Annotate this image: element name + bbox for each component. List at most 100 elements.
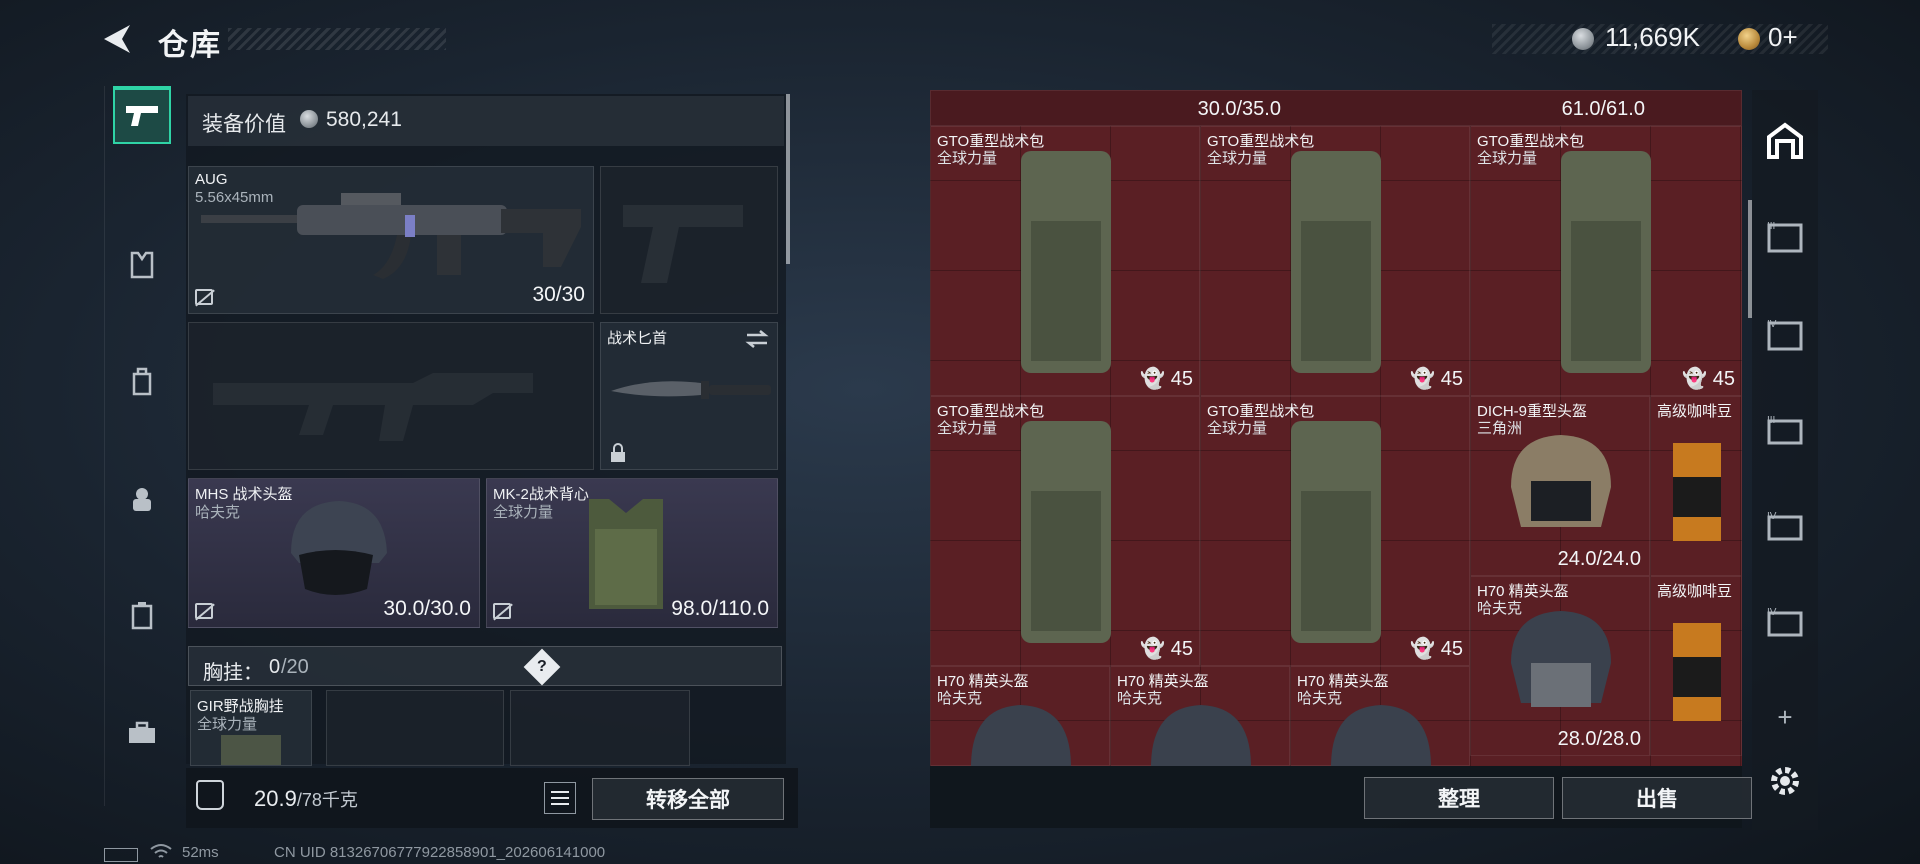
swap-icon[interactable]	[745, 329, 769, 349]
storage-scrollbar[interactable]	[1748, 200, 1752, 318]
chest-cell-empty[interactable]	[510, 690, 690, 766]
equip-value: 580,241	[326, 108, 402, 131]
storage-item[interactable]: GTO重型战术包 全球力量 👻 45	[930, 396, 1200, 666]
storage-top-row: 30.0/35.0 61.0/61.0	[930, 90, 1742, 126]
tab-armor[interactable]	[113, 236, 171, 294]
container-tier4-icon[interactable]: IV	[1762, 312, 1808, 358]
chest-cell-empty[interactable]	[326, 690, 504, 766]
no-insure-icon	[195, 289, 213, 305]
gold-value[interactable]: 0+	[1768, 22, 1798, 53]
tab-rig[interactable]	[113, 470, 171, 528]
svg-text:III: III	[1767, 221, 1775, 232]
storage-item[interactable]: 高级咖啡豆	[1650, 396, 1742, 576]
tab-toolbox[interactable]	[113, 704, 171, 762]
equip-value-label: 装备价值	[202, 113, 286, 136]
backpack-image	[1291, 151, 1381, 373]
transfer-all-button[interactable]: 转移全部	[592, 778, 784, 820]
backpack-image	[1021, 151, 1111, 373]
item-count: 👻 45	[1410, 638, 1463, 660]
battery-icon	[104, 848, 138, 862]
top-item-durability: 61.0/61.0	[1561, 98, 1645, 120]
toolbox-icon	[129, 721, 155, 743]
item-count: 👻 45	[1682, 368, 1735, 390]
item-count: 👻 45	[1410, 368, 1463, 390]
storage-item[interactable]: 高级咖啡豆	[1650, 576, 1742, 756]
silver-coin-icon	[300, 110, 318, 128]
no-insure-icon	[195, 603, 213, 619]
rig-icon	[133, 488, 151, 511]
svg-text:IV: IV	[1767, 607, 1777, 618]
chest-rig-slot[interactable]: GIR野战胸挂 全球力量	[190, 690, 312, 766]
storage-item[interactable]: DICH-9重型头盔 三角洲 24.0/24.0	[1470, 396, 1650, 576]
storage-item[interactable]: H70 精英头盔 哈夫克	[930, 666, 1110, 766]
page-title: 仓库	[158, 29, 222, 62]
tab-backpack[interactable]	[113, 352, 171, 410]
ping-value: 52ms	[182, 844, 219, 861]
container-tier4-icon[interactable]: IV	[1762, 600, 1808, 646]
helmet-image	[1331, 705, 1431, 766]
item-count: 👻 45	[1140, 638, 1193, 660]
vest-icon	[130, 251, 154, 279]
storage-item[interactable]: GTO重型战术包 全球力量 👻 45	[1200, 126, 1470, 396]
top-item-durability: 30.0/35.0	[1197, 98, 1281, 120]
back-arrow-icon[interactable]	[100, 22, 134, 56]
storage-item[interactable]: GTO重型战术包 全球力量 👻 45	[930, 126, 1200, 396]
helmet-image	[971, 705, 1071, 766]
armor-durability: 98.0/110.0	[671, 597, 769, 620]
case-icon	[131, 602, 153, 630]
rifle-silhouette-icon	[213, 373, 533, 441]
coffee-bag-image	[1673, 443, 1721, 541]
chest-capacity: /20	[281, 656, 309, 678]
helmet-image	[1511, 435, 1611, 527]
storage-item[interactable]: GTO重型战术包 全球力量 👻 45	[1470, 126, 1742, 396]
add-icon[interactable]: +	[1762, 694, 1808, 740]
storage-item[interactable]: H70 精英头盔 哈夫克	[1290, 666, 1470, 766]
knife-name: 战术匕首	[607, 330, 668, 347]
weight-value: 20.9/78千克	[254, 786, 358, 811]
coffee-bag-image	[1673, 623, 1721, 721]
helmet-durability: 30.0/30.0	[383, 597, 471, 620]
vest-image	[589, 499, 663, 609]
no-insure-icon	[493, 603, 511, 619]
armor-slot[interactable]: MK-2战术背心 全球力量 98.0/110.0	[486, 478, 778, 628]
container-tier4-icon[interactable]: IV	[1762, 504, 1808, 550]
storage-item[interactable]: GTO重型战术包 全球力量 👻 45	[1200, 396, 1470, 666]
chest-count: 0	[269, 656, 281, 678]
loadout-scrollbar[interactable]	[786, 94, 790, 264]
backpack-image	[1561, 151, 1651, 373]
uid-text: CN UID 813267067779228589​01_20260614100…	[274, 844, 606, 861]
helmet-image	[1511, 611, 1611, 707]
wifi-icon	[150, 843, 172, 863]
lock-icon	[611, 443, 625, 462]
warehouse-icon[interactable]	[1762, 118, 1808, 164]
primary-weapon-slot[interactable]: AUG 5.56x45mm 30/30	[188, 166, 594, 314]
secondary-weapon-slot[interactable]	[188, 322, 594, 470]
chest-rig-image	[221, 735, 281, 765]
storage-item[interactable]: H70 精英头盔 哈夫克	[1110, 666, 1290, 766]
container-tier3-icon[interactable]: III	[1762, 214, 1808, 260]
pistol-icon	[126, 106, 158, 126]
pistol-slot[interactable]	[600, 166, 778, 314]
helmet-image	[1151, 705, 1251, 766]
storage-item[interactable]: H70 精英头盔 哈夫克 28.0/28.0	[1470, 576, 1650, 756]
item-count: 👻 45	[1140, 368, 1193, 390]
equip-value-bar: 装备价值 580,241	[188, 96, 784, 146]
help-icon[interactable]: ?	[523, 648, 561, 686]
knife-slot[interactable]: 战术匕首	[600, 322, 778, 470]
helmet-slot[interactable]: MHS 战术头盔 哈夫克 30.0/30.0	[188, 478, 480, 628]
tab-case[interactable]	[113, 586, 171, 644]
tab-weapons[interactable]	[113, 86, 171, 144]
title-decoration	[228, 28, 446, 50]
svg-text:IV: IV	[1767, 319, 1777, 330]
list-view-button[interactable]	[544, 782, 576, 814]
money-value: 11,669K	[1605, 22, 1700, 52]
storage-grid: 30.0/35.0 61.0/61.0 GTO重型战术包 全球力量 👻 45 G…	[930, 90, 1742, 766]
gear-icon[interactable]	[1762, 758, 1808, 804]
sell-button[interactable]: 出售	[1562, 777, 1752, 819]
backpack-image	[1291, 421, 1381, 643]
helmet-image	[291, 501, 387, 595]
gold-coin-icon	[1738, 28, 1760, 50]
container-tier3-icon[interactable]: III	[1762, 408, 1808, 454]
sort-button[interactable]: 整理	[1364, 777, 1554, 819]
knife-image	[611, 381, 771, 399]
